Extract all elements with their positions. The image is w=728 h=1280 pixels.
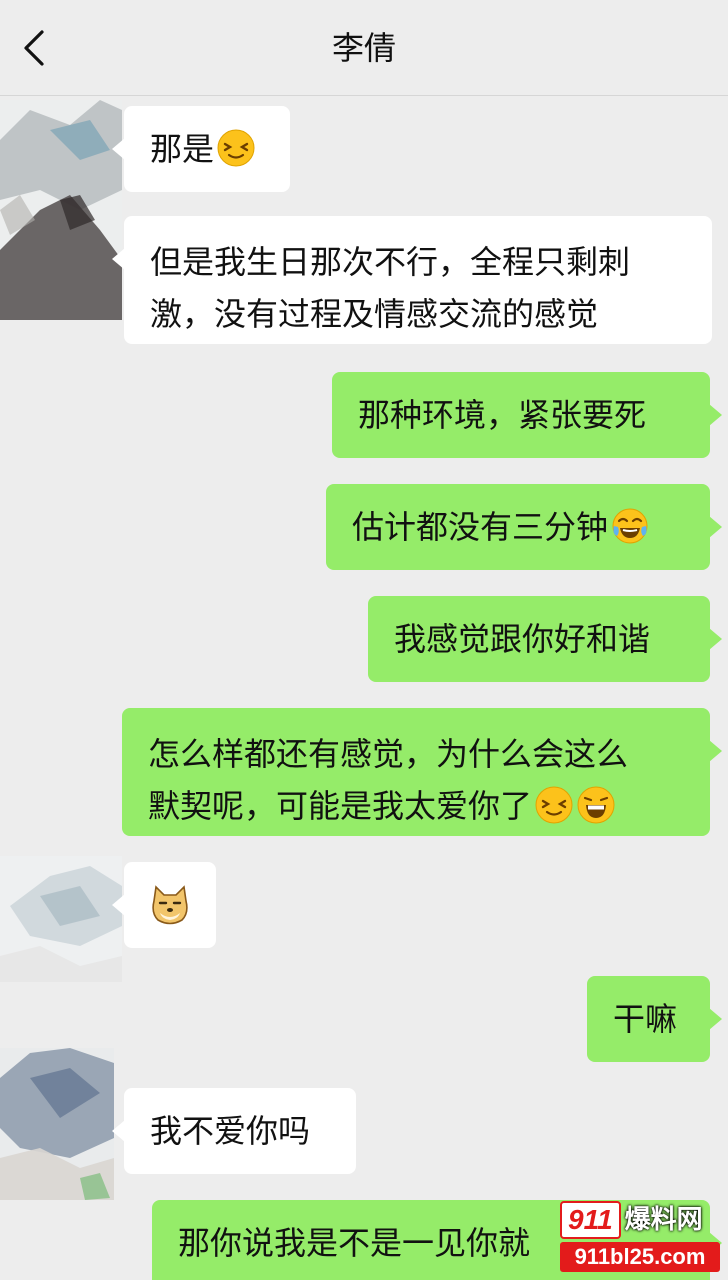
message-bubble-sent[interactable]: 干嘛 bbox=[587, 976, 722, 1062]
watermark-brand-number: 911 bbox=[560, 1201, 621, 1239]
bubble-tail bbox=[709, 1008, 722, 1030]
message-bubble-received[interactable] bbox=[112, 862, 216, 948]
bubble-tail bbox=[112, 894, 125, 916]
message-bubble-sent[interactable]: 那种环境，紧张要死 bbox=[332, 372, 722, 458]
tears-of-joy-emoji-icon bbox=[612, 508, 648, 544]
bubble-tail bbox=[112, 248, 125, 270]
message-text: 我不爱你吗 bbox=[150, 1112, 311, 1150]
message-bubble-received[interactable]: 我不爱你吗 bbox=[112, 1088, 356, 1174]
bubble-tail bbox=[709, 628, 722, 650]
message-text: 估计都没有三分钟 bbox=[352, 508, 609, 546]
message-text: 激，没有过程及情感交流的感觉 bbox=[150, 295, 599, 333]
message-bubble-sent[interactable]: 怎么样都还有感觉，为什么会这么 默契呢，可能是我太爱你了 bbox=[122, 708, 722, 836]
chat-title: 李倩 bbox=[331, 29, 396, 67]
message-text: 怎么样都还有感觉，为什么会这么 bbox=[148, 735, 629, 773]
bubble-tail bbox=[709, 740, 722, 762]
message-bubble-received[interactable]: 那是 bbox=[112, 106, 290, 192]
contact-avatar[interactable] bbox=[0, 100, 122, 320]
grin-emoji-icon bbox=[577, 786, 615, 824]
bubble-tail bbox=[709, 404, 722, 426]
message-text: 那是 bbox=[150, 130, 215, 168]
message-text: 默契呢，可能是我太爱你了 bbox=[148, 787, 533, 825]
chat-header: 李倩 bbox=[0, 0, 728, 96]
watermark-domain: 911bl25.com bbox=[560, 1242, 720, 1272]
watermark-logo: 911 爆料网 911bl25.com bbox=[560, 1201, 720, 1274]
message-text: 我感觉跟你好和谐 bbox=[394, 620, 651, 658]
bubble-tail bbox=[112, 138, 125, 160]
message-text: 干嘛 bbox=[613, 1000, 678, 1038]
contact-avatar[interactable] bbox=[0, 1048, 114, 1200]
bubble-tail bbox=[709, 516, 722, 538]
bubble-tail bbox=[112, 1120, 125, 1142]
message-bubble-sent[interactable]: 估计都没有三分钟 bbox=[326, 484, 722, 570]
watermark-brand-text: 爆料网 bbox=[624, 1205, 703, 1235]
doge-emoji-icon bbox=[152, 885, 188, 925]
message-text: 但是我生日那次不行，全程只剩刺 bbox=[150, 243, 631, 281]
message-text: 那种环境，紧张要死 bbox=[358, 396, 647, 434]
squint-smile-emoji-icon bbox=[217, 129, 255, 167]
squint-smile-emoji-icon bbox=[535, 786, 573, 824]
contact-avatar[interactable] bbox=[0, 856, 122, 982]
message-bubble-sent[interactable]: 我感觉跟你好和谐 bbox=[368, 596, 722, 682]
message-bubble-received[interactable]: 但是我生日那次不行，全程只剩刺 激，没有过程及情感交流的感觉 bbox=[112, 216, 712, 344]
